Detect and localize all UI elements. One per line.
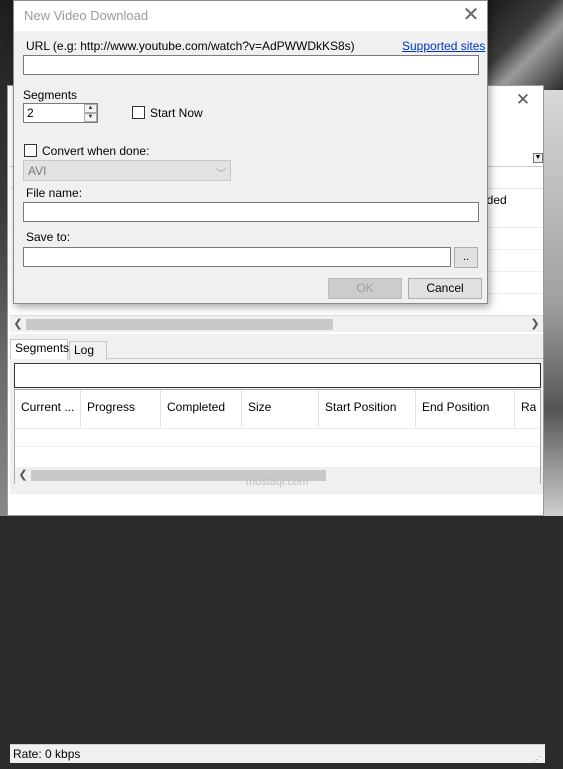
segments-progress-strip (14, 363, 541, 388)
segments-value[interactable]: 2 (27, 106, 34, 120)
dialog-title: New Video Download (24, 8, 149, 23)
column-header-completed[interactable]: Completed (161, 390, 242, 427)
url-input[interactable] (23, 55, 479, 75)
column-header-end-position[interactable]: End Position (416, 390, 515, 427)
close-icon[interactable]: ✕ (515, 91, 531, 108)
file-name-label: File name: (26, 186, 83, 200)
cancel-button[interactable]: Cancel (408, 278, 482, 299)
format-selected-value: AVI (28, 164, 47, 178)
background-top-right (488, 0, 563, 90)
chevron-right-icon[interactable]: ❯ (529, 316, 541, 333)
browse-button[interactable]: .. (454, 247, 478, 268)
grid-row-line (15, 446, 540, 447)
column-header-current[interactable]: Current ... (15, 390, 81, 427)
supported-sites-link[interactable]: Supported sites (402, 39, 485, 53)
chevron-left-icon[interactable]: ❮ (17, 467, 29, 484)
toolbar-overflow-icon[interactable]: ▼ (533, 153, 543, 163)
ok-button[interactable]: OK (328, 278, 402, 299)
downloads-horizontal-scrollbar[interactable]: ❮ ❯ (10, 315, 543, 332)
column-header-rate[interactable]: Ra (515, 390, 540, 427)
dialog-titlebar: New Video Download ✕ (14, 1, 487, 31)
save-to-label: Save to: (26, 230, 71, 244)
resize-grip-icon[interactable]: ⋰ (533, 751, 543, 764)
chevron-left-icon[interactable]: ❮ (12, 316, 24, 333)
start-now-checkbox[interactable] (132, 106, 145, 119)
column-header-start-position[interactable]: Start Position (319, 390, 416, 427)
details-panel: Segments Log Current ... Progress Comple… (10, 334, 545, 764)
spin-up-icon[interactable]: ▲ (84, 104, 97, 113)
status-bar: Rate: 0 kbps ⋰ (10, 744, 545, 764)
column-header-progress[interactable]: Progress (81, 390, 161, 427)
grid-row-line (15, 428, 540, 429)
segments-label: Segments (23, 88, 78, 102)
segments-stepper[interactable]: 2 ▲ ▼ (23, 103, 98, 123)
url-label: URL (e.g: http://www.youtube.com/watch?v… (26, 39, 355, 53)
file-name-input[interactable] (23, 202, 479, 222)
watermark: mostaql.com (246, 476, 309, 488)
column-header-size[interactable]: Size (242, 390, 319, 427)
segments-grid: Current ... Progress Completed Size Star… (14, 389, 541, 484)
background-right (544, 90, 563, 516)
close-icon[interactable]: ✕ (462, 5, 480, 25)
convert-when-done-label[interactable]: Convert when done: (42, 144, 149, 158)
tab-segments[interactable]: Segments (10, 339, 69, 359)
convert-when-done-checkbox[interactable] (24, 144, 37, 157)
scrollbar-thumb[interactable] (26, 319, 333, 330)
status-rate: Rate: 0 kbps (13, 747, 81, 761)
format-select[interactable]: AVI ﹀ (23, 160, 231, 181)
spin-down-icon[interactable]: ▼ (84, 113, 97, 122)
chevron-down-icon[interactable]: ﹀ (216, 165, 226, 180)
tab-log[interactable]: Log (69, 341, 107, 360)
start-now-label[interactable]: Start Now (150, 106, 203, 120)
new-video-download-dialog: New Video Download ✕ URL (e.g: http://ww… (13, 0, 488, 304)
save-to-input[interactable] (23, 247, 451, 267)
